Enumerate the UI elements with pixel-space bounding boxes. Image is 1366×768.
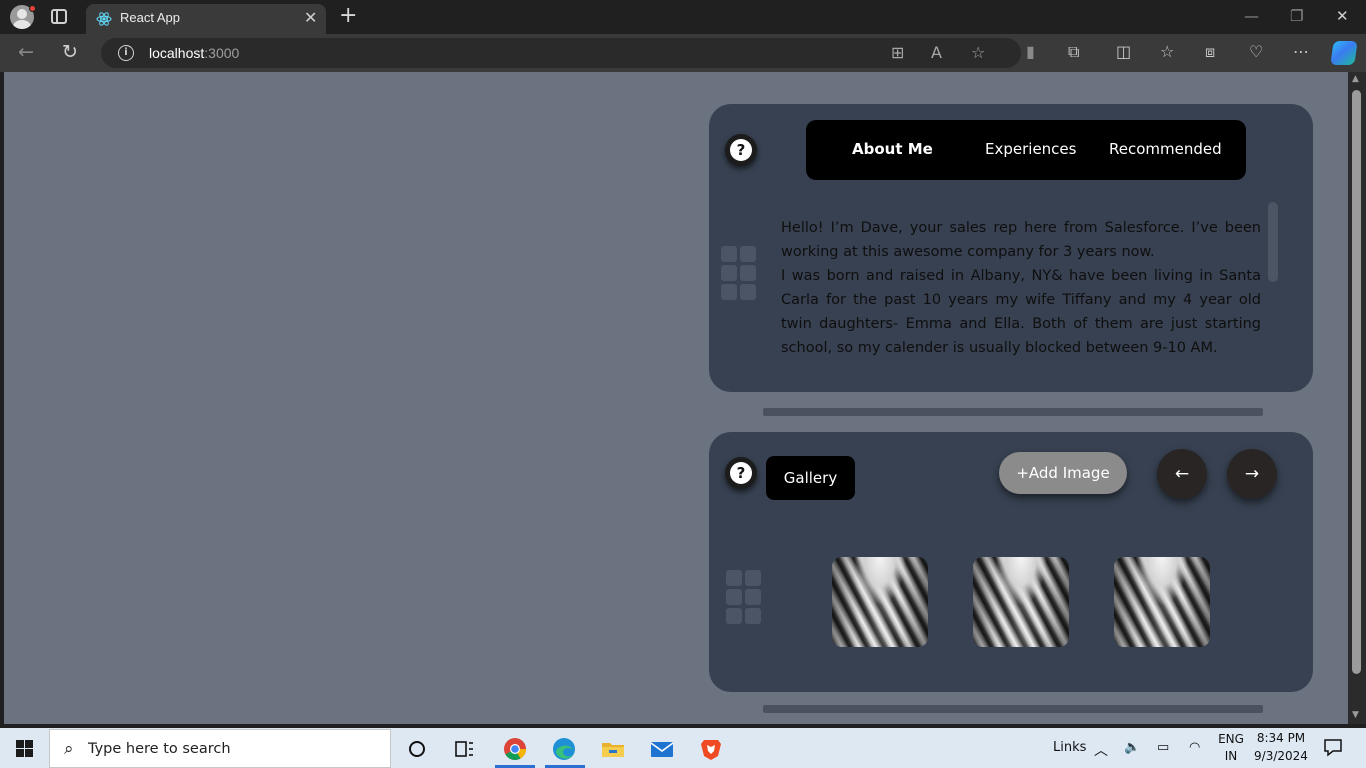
links-toolbar-label[interactable]: Links (1053, 740, 1086, 755)
about-text-scrollbar[interactable] (1268, 202, 1278, 282)
volume-icon[interactable]: 🔈 (1124, 740, 1140, 755)
browser-tab[interactable]: React App ✕ (86, 4, 326, 34)
react-favicon-icon (96, 12, 112, 26)
search-icon: ⌕ (64, 739, 74, 759)
about-paragraph: Hello! I’m Dave, your sales rep here fro… (781, 220, 1261, 260)
next-arrow-button[interactable]: → (1227, 449, 1277, 499)
favorites-icon[interactable]: ☆ (1160, 42, 1174, 62)
taskbar-search-box[interactable]: ⌕ Type here to search (49, 729, 391, 768)
favorite-star-icon[interactable]: ☆ (971, 43, 985, 63)
reload-icon[interactable]: ↻ (62, 41, 78, 63)
site-info-icon[interactable]: i (118, 45, 134, 61)
tab-actions-icon[interactable] (51, 9, 67, 24)
edge-icon[interactable] (551, 736, 577, 762)
battery-icon[interactable]: ▭ (1157, 740, 1169, 755)
scroll-up-icon[interactable]: ▲ (1352, 74, 1359, 84)
language-region[interactable]: IN (1216, 749, 1246, 763)
close-tab-icon[interactable]: ✕ (304, 9, 317, 27)
page-viewport: ? About Me Experiences Recommended Hello… (4, 72, 1348, 724)
gallery-image[interactable] (973, 557, 1069, 647)
minimize-icon[interactable]: — (1244, 6, 1259, 26)
divider-bar (763, 408, 1263, 416)
extension-pin-icon[interactable]: ▮ (1026, 42, 1035, 62)
clock-time[interactable]: 8:34 PM (1252, 731, 1310, 745)
help-button[interactable]: ? (725, 134, 757, 166)
chrome-icon[interactable] (502, 736, 528, 762)
tab-recommended[interactable]: Recommended (1109, 140, 1222, 158)
new-tab-icon[interactable]: + (339, 4, 357, 28)
tab-about-me[interactable]: About Me (852, 140, 933, 158)
cortana-icon[interactable] (404, 736, 430, 762)
brave-icon[interactable] (698, 736, 724, 762)
divider-bar (763, 705, 1263, 713)
gallery-image[interactable] (1114, 557, 1210, 647)
windows-start-icon[interactable] (16, 740, 33, 757)
about-paragraph: I was born and raised in Albany, NY& hav… (781, 268, 1261, 356)
language-indicator[interactable]: ENG (1216, 732, 1246, 746)
add-image-button[interactable]: +Add Image (999, 452, 1127, 494)
chevron-up-icon[interactable]: ︿ (1094, 740, 1108, 760)
tab-title: React App (120, 10, 180, 25)
extensions-icon[interactable]: ⧉ (1068, 42, 1079, 62)
collections-icon[interactable]: ⧈ (1205, 42, 1215, 62)
close-window-icon[interactable]: ✕ (1336, 6, 1349, 26)
mail-icon[interactable] (649, 736, 675, 762)
gallery-image[interactable] (832, 557, 928, 647)
copilot-icon[interactable] (1330, 41, 1358, 65)
browser-tab-bar: React App ✕ + — ❐ ✕ (0, 0, 1366, 34)
question-icon: ? (730, 139, 752, 161)
search-placeholder: Type here to search (88, 741, 231, 757)
profile-notification-dot (29, 5, 36, 12)
question-icon: ? (730, 462, 752, 484)
browser-toolbar: ← ↻ i localhost:3000 ⊞ A ☆ ▮ ⧉ ◫ ☆ ⧈ ♡ ⋯ (0, 34, 1366, 72)
file-explorer-icon[interactable] (600, 736, 626, 762)
notifications-icon[interactable] (1322, 736, 1344, 758)
clock-date[interactable]: 9/3/2024 (1252, 749, 1310, 763)
previous-arrow-button[interactable]: ← (1157, 449, 1207, 499)
back-icon[interactable]: ← (18, 41, 34, 63)
scroll-down-icon[interactable]: ▼ (1352, 710, 1359, 720)
more-icon[interactable]: ⋯ (1293, 42, 1309, 62)
drag-handle-icon[interactable] (726, 570, 761, 624)
browser-essentials-icon[interactable]: ♡ (1249, 42, 1263, 62)
app-available-icon[interactable]: ⊞ (891, 43, 904, 63)
profile-tabs: About Me Experiences Recommended (806, 120, 1246, 180)
scroll-thumb[interactable] (1352, 90, 1361, 674)
url-text[interactable]: localhost:3000 (149, 45, 239, 61)
drag-handle-icon[interactable] (721, 246, 756, 300)
task-view-icon[interactable] (451, 736, 477, 762)
split-screen-icon[interactable]: ◫ (1116, 42, 1131, 62)
gallery-title: Gallery (766, 456, 855, 500)
windows-taskbar: ⌕ Type here to search Links ︿ 🔈 ▭ ◠ ENG … (0, 728, 1366, 768)
gallery-card: ? Gallery +Add Image ← → (709, 432, 1313, 692)
about-text: Hello! I’m Dave, your sales rep here fro… (781, 216, 1261, 360)
tab-experiences[interactable]: Experiences (985, 140, 1076, 158)
read-aloud-icon[interactable]: A (931, 43, 942, 63)
restore-icon[interactable]: ❐ (1290, 6, 1303, 26)
about-card: ? About Me Experiences Recommended Hello… (709, 104, 1313, 392)
page-scrollbar[interactable]: ▲ ▼ (1348, 72, 1366, 724)
address-bar[interactable]: i localhost:3000 ⊞ A ☆ (101, 38, 1021, 68)
network-icon[interactable]: ◠ (1189, 740, 1200, 755)
help-button[interactable]: ? (725, 457, 757, 489)
